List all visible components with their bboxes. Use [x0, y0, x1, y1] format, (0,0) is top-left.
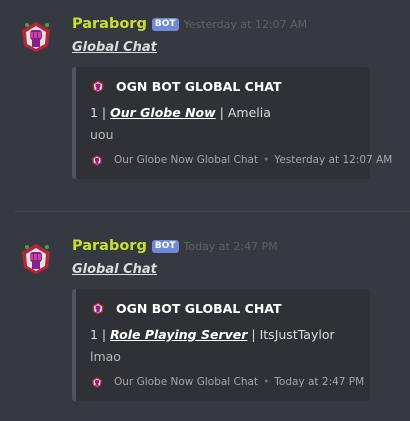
embed: OGN BOT GLOBAL CHAT 1 | Role Playing Ser… [72, 289, 370, 401]
message-header: Paraborg BOT Yesterday at 12:07 AM [72, 16, 307, 32]
embed-description: uou [90, 127, 114, 142]
fist-logo-icon [92, 377, 102, 388]
global-chat-link[interactable]: Global Chat [72, 40, 157, 55]
embed-user: Amelia [227, 105, 271, 120]
server-link[interactable]: Our Globe Now [110, 105, 216, 120]
footer-separator: • [263, 154, 270, 166]
fist-logo-icon [92, 302, 104, 315]
timestamp: Yesterday at 12:07 AM [183, 17, 308, 31]
server-link[interactable]: Role Playing Server [110, 327, 247, 342]
embed-description: lmao [90, 349, 121, 364]
embed-title-separator: | [219, 105, 224, 120]
embed-footer-text: Our Globe Now Global Chat [114, 154, 259, 166]
message-divider [14, 211, 410, 212]
embed-title-prefix: 1 | [90, 105, 107, 120]
bot-tag: BOT [151, 17, 179, 31]
embed-title: 1 | Our Globe Now | Amelia [90, 105, 271, 120]
username[interactable]: Paraborg [72, 16, 147, 32]
message-header: Paraborg BOT Today at 2:47 PM [72, 238, 278, 254]
fist-logo-icon [92, 155, 102, 166]
embed-footer: Our Globe Now Global Chat • Today at 2:4… [90, 375, 364, 389]
fist-logo-icon [16, 238, 56, 278]
embed-author: OGN BOT GLOBAL CHAT [90, 300, 282, 316]
footer-separator: • [263, 376, 270, 388]
bot-tag: BOT [151, 239, 179, 253]
embed-footer: Our Globe Now Global Chat • Yesterday at… [90, 153, 392, 167]
embed-author-name: OGN BOT GLOBAL CHAT [116, 78, 282, 94]
embed-title-prefix: 1 | [90, 327, 107, 342]
embed-author: OGN BOT GLOBAL CHAT [90, 78, 282, 94]
embed-title-separator: | [251, 327, 256, 342]
avatar[interactable] [16, 238, 56, 278]
avatar[interactable] [16, 16, 56, 56]
timestamp: Today at 2:47 PM [183, 239, 278, 253]
username[interactable]: Paraborg [72, 238, 147, 254]
embed-footer-text: Our Globe Now Global Chat [114, 376, 259, 388]
embed-footer-time: Today at 2:47 PM [274, 376, 365, 388]
embed: OGN BOT GLOBAL CHAT 1 | Our Globe Now | … [72, 67, 392, 179]
global-chat-link[interactable]: Global Chat [72, 262, 157, 277]
fist-logo-icon [16, 16, 56, 56]
embed-user: ItsJustTaylor [259, 327, 335, 342]
embed-author-name: OGN BOT GLOBAL CHAT [116, 300, 282, 316]
embed-title: 1 | Role Playing Server | ItsJustTaylor [90, 327, 335, 342]
fist-logo-icon [92, 80, 104, 93]
embed-footer-time: Yesterday at 12:07 AM [274, 154, 393, 166]
